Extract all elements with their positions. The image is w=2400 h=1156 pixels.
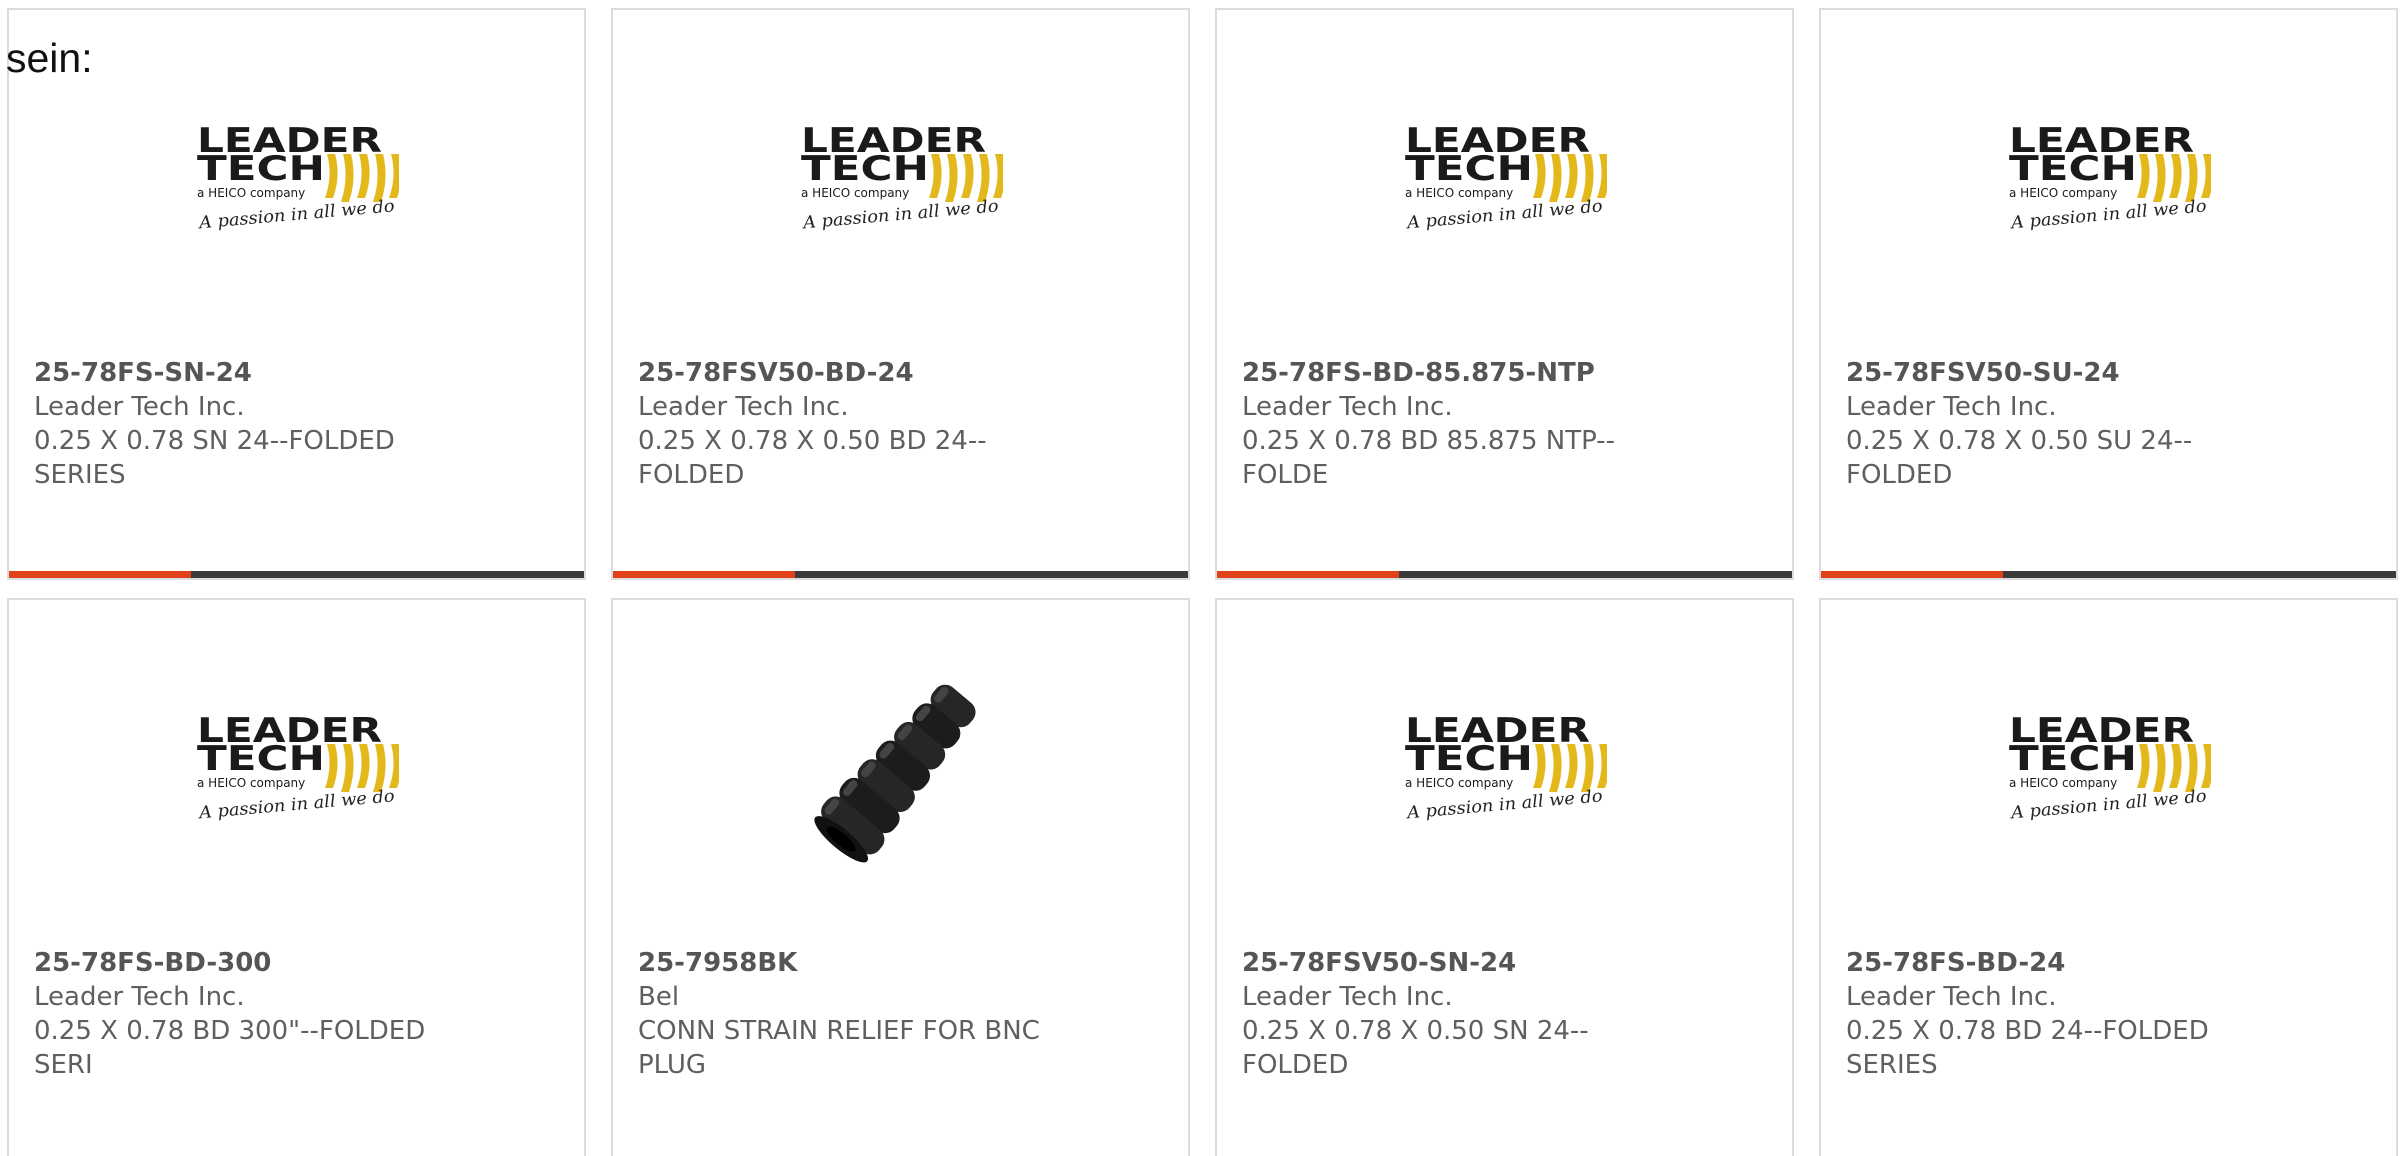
product-description: 0.25 X 0.78 BD 24--FOLDED SERIES [1846,1016,2209,1080]
product-card[interactable]: LEADER TECH a HEICO company A passion in al… [1215,598,1794,1156]
svg-text:A passion in all we do: A passion in all we do [1404,196,1603,233]
svg-text:A passion in all we do: A passion in all we do [2008,786,2207,823]
svg-text:TECH: TECH [2009,739,2137,779]
product-description: 0.25 X 0.78 BD 300"--FOLDED SERI [34,1016,426,1080]
leader-tech-logo: LEADERTECHa HEICO companyA passion in al… [196,121,402,234]
svg-text:A passion in all we do: A passion in all we do [196,786,395,823]
manufacturer-name: Bel [638,982,680,1012]
manufacturer-logo[interactable]: LEADER TECH a HEICO company A passion in al… [1403,711,1610,832]
card-accent-highlight [1217,571,1399,578]
leader-tech-logo: LEADERTECHa HEICO companyA passion in al… [2008,121,2214,234]
svg-text:A passion in all we do: A passion in all we do [2008,196,2207,233]
manufacturer-logo[interactable]: LEADER TECH a HEICO company A passion in al… [2007,121,2214,242]
product-info: 25-78FSV50-SN-24 Leader Tech Inc. 0.25 X 0… [1242,946,1662,1082]
leader-tech-logo: LEADERTECHa HEICO companyA passion in al… [196,711,402,824]
product-description: 0.25 X 0.78 X 0.50 SU 24--FOLDED [1846,426,2193,490]
strain-relief-boot-image [813,684,976,863]
card-accent-bar [613,571,1188,578]
product-card[interactable]: LEADER TECH a HEICO company A passion in al… [1819,598,2398,1156]
manufacturer-logo[interactable]: LEADER TECH a HEICO company A passion in al… [195,121,402,242]
product-info: 25-78FSV50-SU-24 Leader Tech Inc. 0.25 X 0… [1846,356,2266,492]
svg-text:TECH: TECH [1405,739,1533,779]
leader-tech-logo: LEADERTECHa HEICO companyA passion in al… [1404,711,1610,824]
product-card[interactable]: LEADER TECH a HEICO company A passion in al… [1215,8,1794,580]
intro-text: sein: [6,35,93,81]
manufacturer-logo[interactable]: LEADER TECH a HEICO company A passion in al… [799,121,1006,242]
part-number[interactable]: 25-78FS-SN-24 [34,356,454,390]
manufacturer-name: Leader Tech Inc. [1846,392,2057,422]
part-number[interactable]: 25-78FSV50-SN-24 [1242,946,1662,980]
leader-tech-logo: LEADERTECHa HEICO companyA passion in al… [2008,711,2214,824]
svg-text:TECH: TECH [1405,149,1533,189]
product-info: 25-78FS-BD-24 Leader Tech Inc. 0.25 X 0.78… [1846,946,2266,1082]
manufacturer-logo[interactable]: LEADER TECH a HEICO company A passion in al… [2007,711,2214,832]
part-number[interactable]: 25-78FS-BD-24 [1846,946,2266,980]
svg-text:A passion in all we do: A passion in all we do [196,196,395,233]
manufacturer-name: Leader Tech Inc. [34,392,245,422]
product-image[interactable] [798,665,1004,871]
part-number[interactable]: 25-78FSV50-SU-24 [1846,356,2266,390]
product-card[interactable]: LEADER TECH a HEICO company A passion in al… [7,598,586,1156]
card-accent-highlight [9,571,191,578]
svg-text:A passion in all we do: A passion in all we do [800,196,999,233]
svg-text:a HEICO company: a HEICO company [197,186,305,200]
product-info: 25-78FS-BD-85.875-NTP Leader Tech Inc. 0.2… [1242,356,1662,492]
svg-text:A passion in all we do: A passion in all we do [1404,786,1603,823]
manufacturer-logo[interactable]: LEADER TECH a HEICO company A passion in al… [1403,121,1610,242]
part-number[interactable]: 25-78FS-BD-85.875-NTP [1242,356,1662,390]
manufacturer-name: Leader Tech Inc. [34,982,245,1012]
svg-text:a HEICO company: a HEICO company [197,776,305,790]
svg-text:TECH: TECH [197,739,325,779]
card-accent-bar [9,571,584,578]
svg-text:a HEICO company: a HEICO company [2009,186,2117,200]
product-description: 0.25 X 0.78 SN 24--FOLDED SERIES [34,426,395,490]
svg-text:TECH: TECH [801,149,929,189]
product-grid: sein: LEADER TECH a HEICO company A passion… [0,0,2400,1156]
card-accent-bar [1821,571,2396,578]
product-description: 0.25 X 0.78 X 0.50 SN 24--FOLDED [1242,1016,1589,1080]
leader-tech-logo: LEADERTECHa HEICO companyA passion in al… [1404,121,1610,234]
card-accent-bar [1217,571,1792,578]
product-card[interactable]: LEADER TECH a HEICO company A passion in al… [7,8,586,580]
card-accent-highlight [613,571,795,578]
product-description: 0.25 X 0.78 X 0.50 BD 24--FOLDED [638,426,987,490]
product-description: CONN STRAIN RELIEF FOR BNC PLUG [638,1016,1040,1080]
manufacturer-logo[interactable]: LEADER TECH a HEICO company A passion in al… [195,711,402,832]
svg-text:TECH: TECH [2009,149,2137,189]
product-description: 0.25 X 0.78 BD 85.875 NTP--FOLDE [1242,426,1615,490]
product-card[interactable]: 25-7958BK Bel CONN STRAIN RELIEF FOR BNC P… [611,598,1190,1156]
product-info: 25-78FS-SN-24 Leader Tech Inc. 0.25 X 0.78… [34,356,454,492]
part-number[interactable]: 25-78FSV50-BD-24 [638,356,1058,390]
product-info: 25-78FSV50-BD-24 Leader Tech Inc. 0.25 X 0… [638,356,1058,492]
svg-text:TECH: TECH [197,149,325,189]
product-card[interactable]: LEADER TECH a HEICO company A passion in al… [611,8,1190,580]
part-number[interactable]: 25-78FS-BD-300 [34,946,454,980]
product-card[interactable]: LEADER TECH a HEICO company A passion in al… [1819,8,2398,580]
leader-tech-logo: LEADERTECHa HEICO companyA passion in al… [800,121,1006,234]
svg-text:a HEICO company: a HEICO company [2009,776,2117,790]
manufacturer-name: Leader Tech Inc. [638,392,849,422]
product-info: 25-7958BK Bel CONN STRAIN RELIEF FOR BNC P… [638,946,1058,1082]
manufacturer-name: Leader Tech Inc. [1846,982,2057,1012]
manufacturer-name: Leader Tech Inc. [1242,392,1453,422]
svg-text:a HEICO company: a HEICO company [1405,186,1513,200]
svg-text:a HEICO company: a HEICO company [1405,776,1513,790]
product-info: 25-78FS-BD-300 Leader Tech Inc. 0.25 X 0.7… [34,946,454,1082]
part-number[interactable]: 25-7958BK [638,946,1058,980]
manufacturer-name: Leader Tech Inc. [1242,982,1453,1012]
card-accent-highlight [1821,571,2003,578]
svg-text:a HEICO company: a HEICO company [801,186,909,200]
